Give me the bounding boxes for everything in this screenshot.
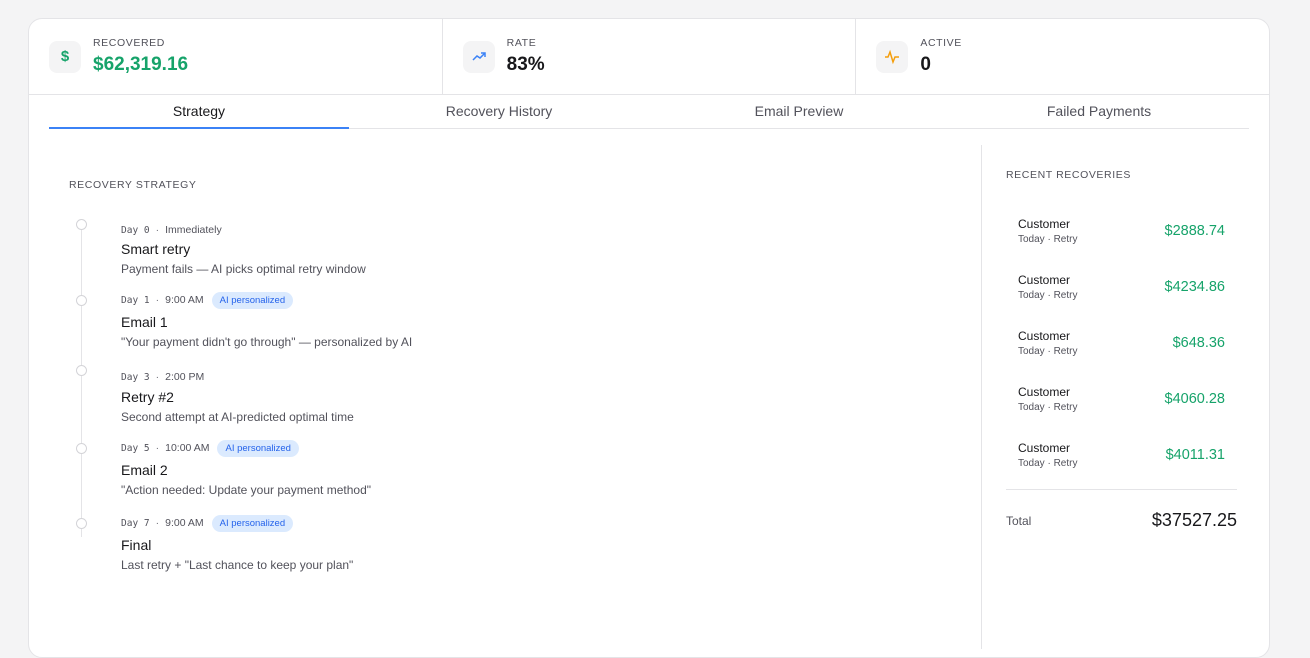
timeline-step: Day 0 · Immediately Smart retry Payment … <box>69 217 981 276</box>
step-time: 2:00 PM <box>165 371 205 383</box>
stats-row: $ RECOVERED $62,319.16 RATE 83% ACTIVE 0 <box>29 19 1269 95</box>
stat-recovered: $ RECOVERED $62,319.16 <box>29 19 443 94</box>
list-item: Customer Today · Retry $4060.28 <box>1006 371 1237 427</box>
strategy-panel: RECOVERY STRATEGY Day 0 · Immediately Sm… <box>29 145 982 649</box>
customer-name: Customer <box>1018 273 1071 287</box>
dashboard-card: $ RECOVERED $62,319.16 RATE 83% ACTIVE 0 <box>28 18 1270 658</box>
step-title: Retry #2 <box>121 389 174 405</box>
ai-personalized-badge: AI personalized <box>217 439 299 457</box>
list-item: Customer Today · Retry $4234.86 <box>1006 259 1237 315</box>
stat-label: RECOVERED <box>93 37 165 49</box>
section-title: RECENT RECOVERIES <box>1006 169 1131 181</box>
recovery-meta: Today · Retry <box>1018 402 1078 413</box>
active-tab-indicator <box>49 127 349 129</box>
timeline-dot <box>76 219 87 230</box>
customer-name: Customer <box>1018 441 1071 455</box>
timeline-step: Day 5 · 10:00 AM AI personalized Email 2… <box>69 438 981 497</box>
ai-personalized-badge: AI personalized <box>211 291 294 309</box>
dollar-icon: $ <box>49 40 81 73</box>
step-desc: Payment fails — AI picks optimal retry w… <box>121 262 366 276</box>
trend-up-icon <box>462 40 495 73</box>
activity-icon <box>876 40 909 73</box>
customer-name: Customer <box>1018 217 1071 231</box>
timeline-dot <box>76 295 87 306</box>
stat-rate: RATE 83% <box>443 19 857 94</box>
stat-label: ACTIVE <box>920 37 962 49</box>
step-time: 9:00 AM <box>165 294 204 306</box>
ai-personalized-badge: AI personalized <box>211 514 294 532</box>
step-time: Immediately <box>165 224 222 236</box>
strategy-timeline: Day 0 · Immediately Smart retry Payment … <box>69 217 981 572</box>
step-desc: Second attempt at AI-predicted optimal t… <box>121 410 354 424</box>
timeline-step: Day 7 · 9:00 AM AI personalized Final La… <box>69 513 981 572</box>
step-title: Email 1 <box>121 314 168 330</box>
step-day: Day 3 <box>121 371 150 383</box>
step-day: Day 7 <box>121 517 150 529</box>
tab-email-preview[interactable]: Email Preview <box>649 95 949 128</box>
timeline-dot <box>76 518 87 529</box>
tab-bar: Strategy Recovery History Email Preview … <box>49 95 1249 129</box>
list-item: Customer Today · Retry $2888.74 <box>1006 203 1237 259</box>
total-value: $37527.25 <box>1151 510 1237 530</box>
recovery-amount: $648.36 <box>1172 335 1225 351</box>
recovery-meta: Today · Retry <box>1018 234 1078 245</box>
step-desc: Last retry + "Last chance to keep your p… <box>121 558 354 572</box>
customer-name: Customer <box>1018 385 1071 399</box>
step-title: Final <box>121 537 152 553</box>
recovery-amount: $4060.28 <box>1164 391 1225 407</box>
tab-failed-payments[interactable]: Failed Payments <box>949 95 1249 128</box>
total-row: Total $37527.25 <box>1006 489 1237 531</box>
stat-value: 83% <box>506 54 545 75</box>
step-time: 10:00 AM <box>165 442 210 454</box>
stat-label: RATE <box>506 37 537 49</box>
timeline-step: Day 3 · 2:00 PM Retry #2 Second attempt … <box>69 365 981 424</box>
timeline-dot <box>76 365 87 376</box>
total-label: Total <box>1006 513 1032 528</box>
step-day: Day 0 <box>121 224 150 236</box>
step-day: Day 1 <box>121 294 150 306</box>
recovery-amount: $4234.86 <box>1164 279 1225 295</box>
stat-active: ACTIVE 0 <box>856 19 1269 94</box>
section-title: RECOVERY STRATEGY <box>69 179 197 191</box>
recovery-meta: Today · Retry <box>1018 346 1078 357</box>
timeline-step: Day 1 · 9:00 AM AI personalized Email 1 … <box>69 290 981 349</box>
tab-recovery-history[interactable]: Recovery History <box>349 95 649 128</box>
step-title: Email 2 <box>121 462 168 478</box>
step-title: Smart retry <box>121 241 191 257</box>
stat-value: $62,319.16 <box>93 54 189 75</box>
stat-value: 0 <box>920 54 931 75</box>
list-item: Customer Today · Retry $4011.31 <box>1006 427 1237 483</box>
customer-name: Customer <box>1018 329 1071 343</box>
recent-recoveries-panel: RECENT RECOVERIES Customer Today · Retry… <box>982 145 1269 649</box>
recovery-meta: Today · Retry <box>1018 458 1078 469</box>
step-desc: "Action needed: Update your payment meth… <box>121 483 372 497</box>
recovery-meta: Today · Retry <box>1018 290 1078 301</box>
step-day: Day 5 <box>121 442 150 454</box>
step-desc: "Your payment didn't go through" — perso… <box>121 335 413 349</box>
recovery-amount: $4011.31 <box>1165 447 1225 463</box>
recovery-amount: $2888.74 <box>1164 223 1225 239</box>
recoveries-list: Customer Today · Retry $2888.74 Customer… <box>1006 203 1237 483</box>
timeline-dot <box>76 443 87 454</box>
step-time: 9:00 AM <box>165 517 204 529</box>
list-item: Customer Today · Retry $648.36 <box>1006 315 1237 371</box>
tab-strategy[interactable]: Strategy <box>49 95 349 128</box>
